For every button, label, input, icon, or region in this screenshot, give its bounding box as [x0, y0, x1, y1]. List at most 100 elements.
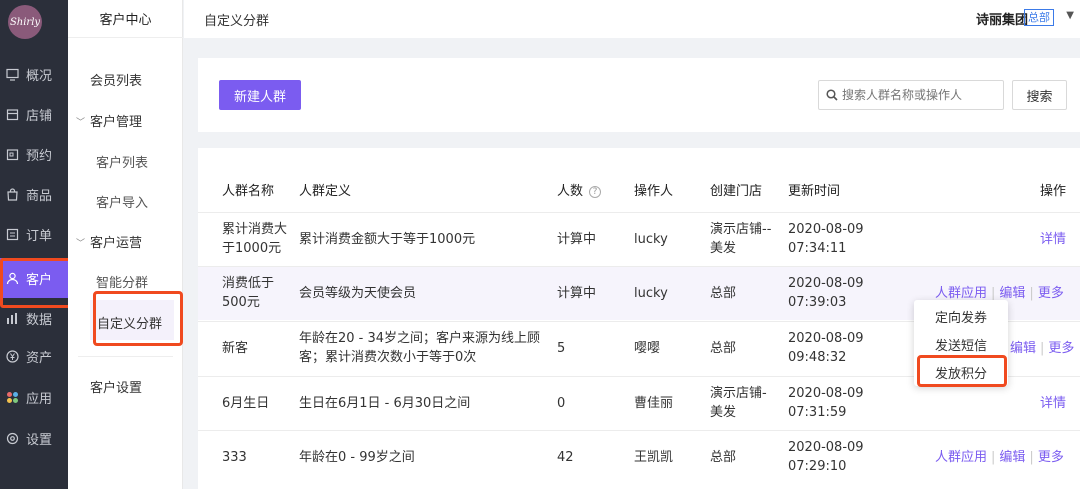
cell-store: 总部 [710, 286, 737, 301]
nav-item-store[interactable]: 店铺 [0, 94, 68, 134]
company-name[interactable]: 诗丽集团 [976, 9, 1028, 28]
search-input[interactable] [842, 88, 992, 102]
nav-item-orders[interactable]: 订单 [0, 214, 68, 254]
bag-icon [4, 186, 20, 202]
yen-icon [4, 348, 20, 364]
gear-icon [4, 430, 20, 446]
cell-operator: 嘤嘤 [634, 341, 661, 356]
submenu-customer-import[interactable]: 客户导入 [96, 192, 148, 211]
submenu-customer-ops[interactable]: ﹀ 客户运营 [76, 232, 142, 251]
apply-link[interactable]: 人群应用 [935, 286, 987, 301]
highlight-points [917, 355, 1007, 387]
cell-count: 42 [557, 450, 574, 465]
cell-operator: lucky [634, 286, 668, 301]
cell-text: 2020-08-09 [788, 222, 864, 237]
more-link[interactable]: 更多 [1038, 450, 1064, 465]
nav-label: 数据 [26, 312, 53, 328]
brand-logo[interactable]: Shirly [8, 5, 42, 39]
highlight-customer-nav [0, 258, 78, 308]
cell-text: 07:29:10 [788, 459, 847, 474]
nav-item-settings[interactable]: 设置 [0, 418, 68, 458]
cell-updated: 2020-08-09 07:34:11 [788, 220, 864, 258]
cell-name: 消费低于 500元 [222, 274, 274, 312]
cell-definition: 年龄在0 - 99岁之间 [299, 450, 415, 465]
new-group-button[interactable]: 新建人群 [219, 80, 301, 110]
cell-definition: 生日在6月1日 - 6月30日之间 [299, 396, 471, 411]
more-link[interactable]: 更多 [1048, 341, 1074, 356]
cell-store: 总部 [710, 450, 737, 465]
cell-name: 新客 [222, 341, 249, 356]
submenu-customer-list[interactable]: 客户列表 [96, 152, 148, 171]
cell-count: 计算中 [557, 232, 597, 247]
cell-text: 07:31:59 [788, 405, 847, 420]
cell-count: 计算中 [557, 286, 597, 301]
cell-text: 年龄在20 - 34岁之间；客户来源为线上顾 [299, 331, 541, 346]
search-button[interactable]: 搜索 [1012, 80, 1067, 110]
nav-label: 商品 [26, 188, 53, 204]
bar-chart-icon [4, 310, 20, 326]
cell-text: 07:34:11 [788, 241, 847, 256]
cell-operator: 曹佳丽 [634, 396, 674, 411]
nav-item-goods[interactable]: 商品 [0, 174, 68, 214]
logo-text: Shirly [9, 16, 41, 28]
divider: | [1040, 341, 1045, 356]
search-icon [826, 89, 838, 101]
detail-link[interactable]: 详情 [1040, 232, 1066, 247]
cell-text: 09:48:32 [788, 350, 847, 365]
cell-operator: 王凯凯 [634, 450, 674, 465]
submenu-customer-mgmt[interactable]: ﹀ 客户管理 [76, 111, 142, 130]
nav-item-assets[interactable]: 资产 [0, 336, 68, 376]
divider: | [1029, 286, 1034, 301]
submenu-smart-group[interactable]: 智能分群 [96, 272, 148, 291]
divider: | [1029, 450, 1034, 465]
more-link[interactable]: 更多 [1038, 286, 1064, 301]
nav-label: 订单 [26, 228, 53, 244]
menu-item-sms[interactable]: 发送短信 [914, 330, 1008, 358]
store-icon [4, 106, 20, 122]
cell-store: 演示店铺-- 美发 [710, 220, 771, 258]
table-row: 333 年龄在0 - 99岁之间 42 王凯凯 总部 2020-08-09 07:… [198, 430, 1080, 484]
col-actions: 操作 [1040, 184, 1067, 199]
cell-store: 演示店铺- 美发 [710, 384, 767, 422]
cell-text: 2020-08-09 [788, 386, 864, 401]
edit-link[interactable]: 编辑 [999, 286, 1025, 301]
cell-text: 演示店铺-- [710, 222, 772, 237]
nav-label: 设置 [26, 432, 53, 448]
submenu-group-label: 客户管理 [90, 115, 143, 130]
cell-count: 5 [557, 341, 566, 356]
edit-link[interactable]: 编辑 [1010, 341, 1036, 356]
submenu-customer-settings[interactable]: 客户设置 [90, 377, 142, 396]
detail-link[interactable]: 详情 [1040, 396, 1066, 411]
divider: | [991, 286, 996, 301]
nav-item-overview[interactable]: 概况 [0, 54, 68, 94]
cell-name: 6月生日 [222, 396, 270, 411]
apps-icon [4, 389, 20, 405]
cell-text: 美发 [710, 241, 737, 256]
cell-operator: lucky [634, 232, 668, 247]
cell-text: 于1000元 [222, 241, 282, 256]
search-box[interactable] [818, 80, 1004, 110]
nav-item-booking[interactable]: 预约 [0, 134, 68, 174]
caret-down-icon[interactable]: ▼ [1066, 10, 1074, 21]
nav-label: 资产 [26, 350, 53, 366]
cell-name: 累计消费大 于1000元 [222, 220, 287, 258]
cell-name: 333 [222, 450, 247, 465]
submenu-title: 客户中心 [68, 0, 183, 38]
cell-text: 2020-08-09 [788, 440, 864, 455]
monitor-icon [4, 66, 20, 82]
cell-actions: 详情 [1040, 394, 1066, 413]
nav-item-apps[interactable]: 应用 [0, 377, 68, 417]
apply-link[interactable]: 人群应用 [935, 450, 987, 465]
main-nav: Shirly 概况 店铺 预约 商品 订单 客户 数据 资产 应用 设置 [0, 0, 68, 489]
col-count-label: 人数 [557, 184, 584, 199]
menu-item-coupon[interactable]: 定向发券 [914, 302, 1008, 330]
help-icon[interactable]: ? [589, 186, 602, 198]
nav-label: 预约 [26, 148, 53, 164]
edit-link[interactable]: 编辑 [999, 450, 1025, 465]
cell-updated: 2020-08-09 07:29:10 [788, 438, 864, 476]
submenu-member-list[interactable]: 会员列表 [90, 70, 142, 89]
cell-definition: 会员等级为天使会员 [299, 286, 417, 301]
cell-store: 总部 [710, 341, 737, 356]
cell-text: 演示店铺- [710, 386, 767, 401]
page-title: 自定义分群 [204, 14, 270, 29]
